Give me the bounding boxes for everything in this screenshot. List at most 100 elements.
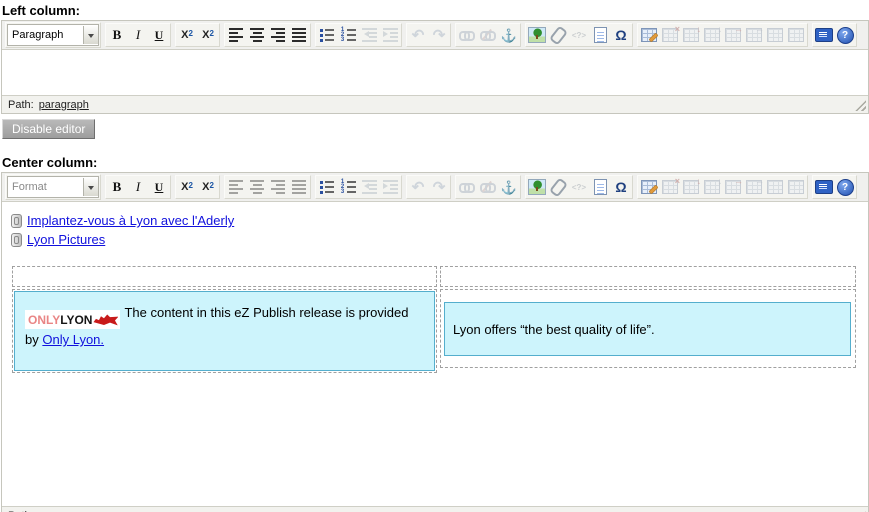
document-icon [594,179,607,195]
insert-table-icon [641,180,657,194]
merge-cells-icon [767,180,783,194]
align-center-button[interactable] [247,25,267,45]
italic-button[interactable]: I [128,177,148,197]
insert-link-button[interactable] [457,177,477,197]
justify-button[interactable] [289,177,309,197]
insert-image-button[interactable] [527,25,547,45]
center-column-editor: Format B I U X2 X2 [1,172,869,512]
insert-row-before-button[interactable]: ↓ [681,25,701,45]
quality-of-life-embed[interactable]: Lyon offers “the best quality of life”. [444,302,851,356]
path-label: Path: [8,99,34,111]
help-button[interactable]: ? [835,25,855,45]
custom-tag-button[interactable]: <?> [569,25,589,45]
insert-column-after-button[interactable]: → [744,25,764,45]
special-char-button[interactable]: Ω [611,25,631,45]
omega-icon: Ω [615,180,626,194]
help-button[interactable]: ? [835,177,855,197]
only-lyon-link[interactable]: Only Lyon. [42,332,104,347]
anchor-button[interactable]: ⚓ [499,177,519,197]
chevron-down-icon[interactable] [83,178,98,196]
bullet-list-icon [320,181,334,194]
subscript-icon: X2 [181,181,193,193]
merge-cells-button[interactable] [765,177,785,197]
layout-column-left: ONLYLYONThe content in this eZ Publish r… [12,266,437,373]
style-dropdown[interactable]: Paragraph [7,24,99,46]
bold-button[interactable]: B [107,177,127,197]
bold-icon: B [113,179,122,195]
superscript-button[interactable]: X2 [198,177,218,197]
special-char-button[interactable]: Ω [611,177,631,197]
split-cells-button[interactable] [786,25,806,45]
center-editor-content[interactable]: Implantez-vous à Lyon avec l'Aderly Lyon… [2,201,868,506]
chevron-down-icon[interactable] [83,26,98,44]
toggle-guidelines-button[interactable] [814,177,834,197]
insert-table-button[interactable] [639,177,659,197]
insert-file-button[interactable] [548,25,568,45]
custom-tag-button[interactable]: <?> [569,177,589,197]
insert-image-button[interactable] [527,177,547,197]
outdent-button[interactable] [359,177,379,197]
insert-literal-button[interactable] [590,25,610,45]
insert-column-before-button[interactable]: → [723,177,743,197]
remove-link-button[interactable] [478,25,498,45]
insert-link-button[interactable] [457,25,477,45]
undo-button[interactable]: ↶ [408,177,428,197]
only-lyon-embed[interactable]: ONLYLYONThe content in this eZ Publish r… [14,291,435,371]
help-icon: ? [837,27,854,44]
empty-line-placeholder[interactable] [12,266,437,287]
outdent-button[interactable] [359,25,379,45]
empty-line-placeholder[interactable] [440,266,856,287]
undo-button[interactable]: ↶ [408,25,428,45]
split-cells-button[interactable] [786,177,806,197]
redo-button[interactable]: ↷ [429,177,449,197]
underline-button[interactable]: U [149,177,169,197]
align-center-button[interactable] [247,177,267,197]
insert-column-after-button[interactable]: → [744,177,764,197]
toggle-guidelines-button[interactable] [814,25,834,45]
indent-button[interactable] [380,177,400,197]
superscript-button[interactable]: X2 [198,25,218,45]
underline-button[interactable]: U [149,25,169,45]
indent-button[interactable] [380,25,400,45]
redo-button[interactable]: ↷ [429,25,449,45]
insert-row-after-button[interactable]: ↓ [702,177,722,197]
redo-icon: ↷ [433,180,446,195]
subscript-button[interactable]: X2 [177,177,197,197]
align-center-icon [250,180,264,194]
insert-row-after-button[interactable]: ↓ [702,25,722,45]
merge-cells-button[interactable] [765,25,785,45]
bullet-list-button[interactable] [317,25,337,45]
bullet-list-button[interactable] [317,177,337,197]
superscript-icon: X2 [202,181,214,193]
delete-table-button[interactable]: × [660,25,680,45]
italic-button[interactable]: I [128,25,148,45]
style-dropdown[interactable]: Format [7,176,99,198]
insert-literal-button[interactable] [590,177,610,197]
insert-row-before-button[interactable]: ↓ [681,177,701,197]
disable-editor-button[interactable]: Disable editor [2,119,95,139]
numbered-list-button[interactable] [338,25,358,45]
left-editor-content[interactable] [2,49,868,95]
delete-table-button[interactable]: × [660,177,680,197]
path-paragraph-link[interactable]: paragraph [39,99,89,111]
justify-button[interactable] [289,25,309,45]
bold-button[interactable]: B [107,25,127,45]
insert-table-button[interactable] [639,25,659,45]
align-right-button[interactable] [268,25,288,45]
anchor-button[interactable]: ⚓ [499,25,519,45]
align-left-button[interactable] [226,177,246,197]
underline-icon: U [155,180,164,195]
aderly-link[interactable]: Implantez-vous à Lyon avec l'Aderly [27,213,234,228]
image-icon [528,179,546,195]
subscript-button[interactable]: X2 [177,25,197,45]
align-left-icon [229,180,243,194]
style-dropdown-value: Format [8,181,47,193]
numbered-list-button[interactable] [338,177,358,197]
insert-column-before-button[interactable]: → [723,25,743,45]
remove-link-button[interactable] [478,177,498,197]
align-left-button[interactable] [226,25,246,45]
align-right-button[interactable] [268,177,288,197]
lyon-pictures-link[interactable]: Lyon Pictures [27,232,105,247]
resize-grip-icon[interactable] [855,100,866,111]
insert-file-button[interactable] [548,177,568,197]
